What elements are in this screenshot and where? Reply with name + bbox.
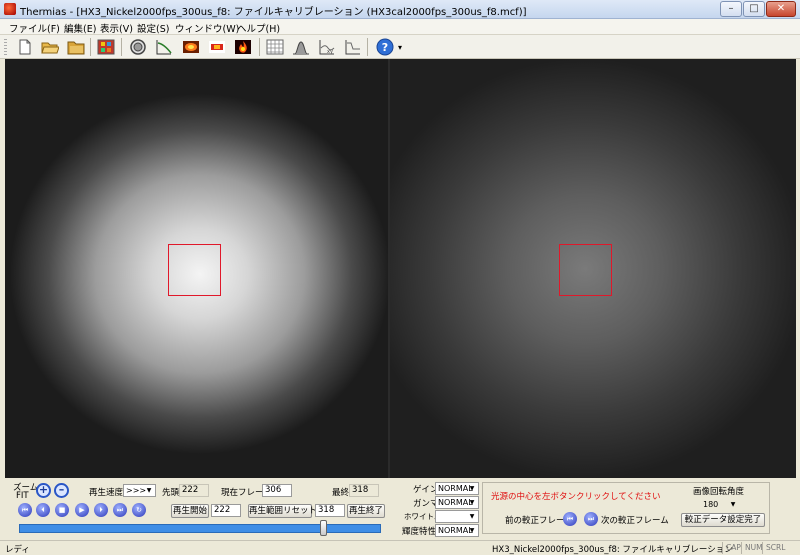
folder-icon[interactable] [67, 38, 85, 56]
film-strip-icon[interactable] [97, 38, 115, 56]
range-end-field[interactable]: 318 [315, 504, 345, 517]
chevron-down-icon: ▼ [469, 499, 475, 506]
chevron-down-icon: ▼ [469, 527, 475, 534]
chevron-down-icon: ▼ [730, 501, 736, 508]
xy-graph-icon[interactable]: xy [318, 38, 336, 56]
zoom-in-icon[interactable]: + [36, 483, 51, 498]
play-start-field[interactable]: 222 [211, 504, 241, 517]
reset-range-button[interactable]: 再生範囲リセット [248, 504, 317, 518]
status-document: HX3_Nickel2000fps_300us_f8: ファイルキャリブレーショ… [492, 545, 733, 555]
toolbar-grip[interactable] [4, 39, 7, 55]
calibration-instruction: 光源の中心を左ボタンクリックしてください [491, 492, 661, 502]
stop-icon[interactable]: ■ [55, 503, 69, 517]
step-back-icon[interactable]: ⏴ [36, 503, 50, 517]
step-forward-icon[interactable]: ⏵ [94, 503, 108, 517]
status-ready: レディ [5, 545, 30, 555]
calibration-complete-button[interactable]: 較正データ設定完了 [681, 513, 765, 527]
window-title: Thermias - [HX3_Nickel2000fps_300us_f8: … [20, 7, 527, 18]
status-num: NUM [741, 542, 763, 554]
toolbar-separator [367, 38, 368, 56]
open-folder-icon[interactable] [41, 38, 59, 56]
current-frame-field[interactable]: 306 [262, 484, 292, 497]
svg-text:xy: xy [327, 49, 333, 55]
speed-label: 再生速度 [89, 488, 124, 498]
speed-select[interactable]: >>> ▼ [123, 484, 156, 497]
first-frame-icon[interactable]: ⏮ [18, 503, 32, 517]
brightness-label: 輝度特性 [402, 527, 437, 537]
curve-graph-icon[interactable] [155, 38, 173, 56]
play-end-button[interactable]: 再生終了 [347, 504, 385, 518]
menu-edit[interactable]: 編集(E) [64, 21, 96, 35]
chevron-down-icon: ▼ [469, 513, 475, 520]
close-button[interactable]: ✕ [766, 1, 796, 17]
next-calibration-frame-icon[interactable]: ⏭ [584, 512, 598, 526]
loop-icon[interactable]: ↻ [132, 503, 146, 517]
app-icon [4, 3, 16, 15]
menu-view[interactable]: 表示(V) [100, 21, 133, 35]
brightness-select[interactable]: NORMAL ▼ [435, 524, 479, 537]
start-frame-label: 先頭 [162, 488, 180, 498]
control-panel: ズーム FIT + – 再生速度 >>> ▼ 先頭 222 現在フレーム 306… [5, 478, 796, 540]
toolbar: xy ? ▾ [0, 35, 800, 59]
next-frame-label: 次の較正フレーム [601, 516, 669, 526]
gain-select[interactable]: NORMAL ▼ [435, 482, 479, 495]
menu-settings[interactable]: 設定(S) [137, 21, 169, 35]
histogram-icon[interactable] [292, 38, 310, 56]
toolbar-separator [121, 38, 122, 56]
zoom-fit-label: FIT [16, 491, 29, 501]
frame-slider-thumb[interactable] [320, 520, 328, 536]
start-frame-field: 222 [179, 484, 209, 497]
white-balance-select[interactable]: ▼ [435, 510, 479, 523]
rotation-value: 180 [703, 500, 719, 509]
prev-calibration-frame-icon[interactable]: ⏮ [563, 512, 577, 526]
menu-window[interactable]: ウィンドウ(W) [175, 21, 239, 35]
rotation-select[interactable]: 180 ▼ [700, 498, 740, 511]
toolbar-dropdown[interactable]: ▾ [398, 43, 402, 52]
right-image-panel[interactable] [390, 59, 796, 478]
end-frame-label: 最終 [332, 488, 350, 498]
status-bar: レディ HX3_Nickel2000fps_300us_f8: ファイルキャリブ… [0, 540, 800, 555]
rotation-label: 画像回転角度 [693, 487, 745, 497]
left-image-panel[interactable] [5, 59, 389, 478]
menu-help[interactable]: ヘルプ(H) [237, 21, 280, 35]
circle-target-icon[interactable] [129, 38, 147, 56]
gamma-select[interactable]: NORMAL ▼ [435, 496, 479, 509]
svg-text:?: ? [382, 41, 388, 54]
new-file-icon[interactable] [16, 38, 34, 56]
play-icon[interactable]: ▶ [75, 503, 89, 517]
menu-file[interactable]: ファイル(F) [9, 21, 60, 35]
image-view-area [5, 59, 796, 478]
end-frame-field: 318 [349, 484, 379, 497]
title-bar: Thermias - [HX3_Nickel2000fps_300us_f8: … [0, 0, 800, 19]
chevron-down-icon: ▼ [146, 487, 152, 494]
minimize-button[interactable]: – [720, 1, 742, 17]
status-scrl: SCRL [762, 542, 785, 554]
last-frame-icon[interactable]: ⏭ [113, 503, 127, 517]
toolbar-separator [90, 38, 91, 56]
maximize-button[interactable]: □ [743, 1, 765, 17]
profile-graph-icon[interactable] [344, 38, 362, 56]
thermal-fire-icon[interactable] [234, 38, 252, 56]
right-roi-box[interactable] [559, 244, 612, 296]
play-start-button[interactable]: 再生開始 [171, 504, 209, 518]
calibration-group: 光源の中心を左ボタンクリックしてください 前の較正フレーム ⏮ ⏭ 次の較正フレ… [482, 482, 770, 534]
thermal-image-icon[interactable] [182, 38, 200, 56]
menu-bar: ファイル(F) 編集(E) 表示(V) 設定(S) ウィンドウ(W) ヘルプ(H… [0, 19, 800, 35]
chevron-down-icon: ▼ [469, 485, 475, 492]
status-cap: CAP [722, 542, 741, 554]
left-roi-box[interactable] [168, 244, 221, 296]
thermal-hot-icon[interactable] [208, 38, 226, 56]
help-icon[interactable]: ? [376, 38, 394, 56]
zoom-out-icon[interactable]: – [54, 483, 69, 498]
toolbar-separator [259, 38, 260, 56]
grid-icon[interactable] [266, 38, 284, 56]
